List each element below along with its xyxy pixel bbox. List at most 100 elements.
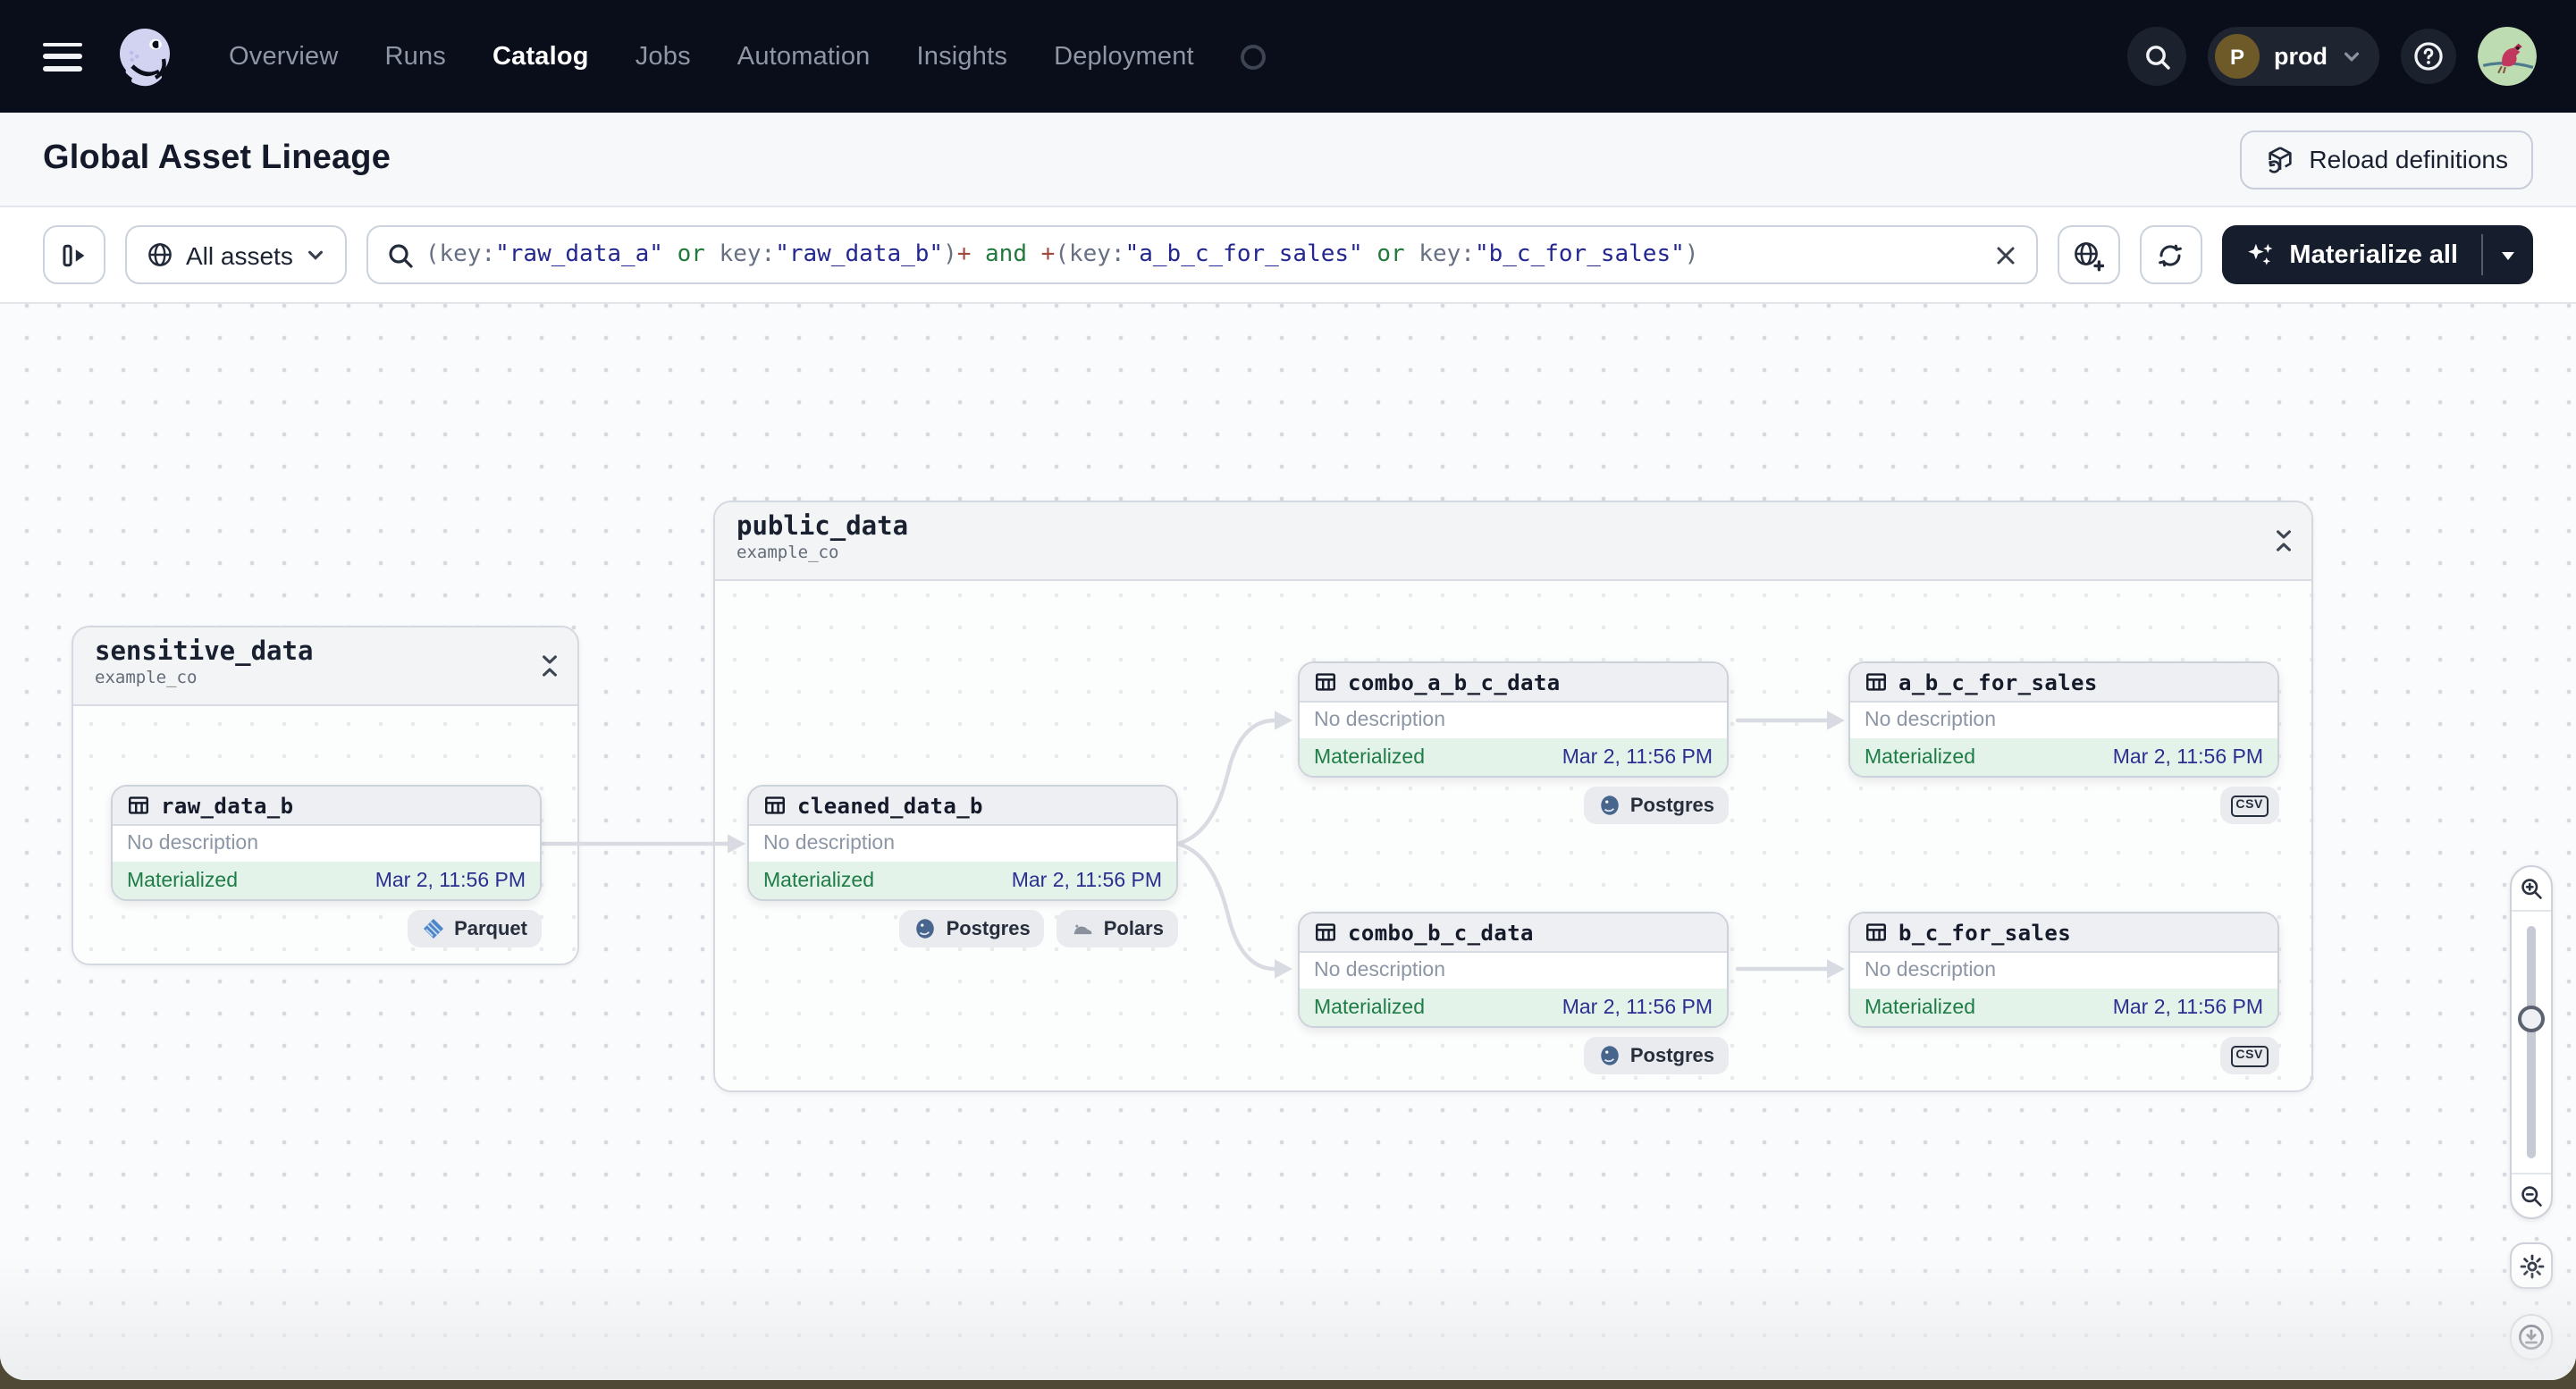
environment-switcher[interactable]: P prod [2208, 27, 2379, 86]
badge-row: CSV [1848, 787, 2279, 824]
zoom-slider-track[interactable] [2527, 926, 2536, 1158]
panel-toggle-icon [62, 243, 84, 266]
group-header[interactable]: public_data example_co [715, 502, 2311, 581]
lineage-toolbar: All assets (key:"raw_data_a" or key:"raw… [0, 207, 2576, 304]
download-icon [2518, 1324, 2545, 1351]
status-badge: Materialized [1314, 997, 1425, 1018]
search-button[interactable] [2127, 27, 2186, 86]
badge-row: CSV [1848, 1037, 2279, 1074]
asset-node-header: combo_b_c_data [1300, 913, 1727, 953]
asset-selection-input[interactable]: (key:"raw_data_a" or key:"raw_data_b")+ … [366, 225, 2038, 284]
asset-status-row: Materialized Mar 2, 11:56 PM [1850, 989, 2277, 1026]
asset-description: No description [1850, 953, 2277, 989]
asset-node-a-b-c-for-sales[interactable]: a_b_c_for_sales No description Materiali… [1848, 661, 2279, 778]
new-catalog-view-button[interactable] [2057, 225, 2120, 284]
materialization-timestamp: Mar 2, 11:56 PM [2112, 746, 2263, 768]
badge-row: Parquet [111, 910, 542, 947]
status-badge: Materialized [1865, 746, 1975, 768]
nav-item-automation[interactable]: Automation [737, 42, 871, 71]
asset-node-b-c-for-sales[interactable]: b_c_for_sales No description Materialize… [1848, 912, 2279, 1028]
nav-item-insights[interactable]: Insights [917, 42, 1008, 71]
asset-description: No description [1300, 953, 1727, 989]
parquet-icon [424, 918, 444, 939]
zoom-in-icon [2521, 879, 2542, 899]
download-image-button[interactable] [2510, 1314, 2553, 1360]
asset-description: No description [1850, 703, 2277, 738]
asset-node-cleaned-data-b[interactable]: cleaned_data_b No description Materializ… [747, 785, 1178, 901]
environment-avatar: P [2215, 34, 2260, 79]
badge-row: Postgres [1298, 787, 1729, 824]
group-location: example_co [737, 543, 839, 563]
asset-node-header: b_c_for_sales [1850, 913, 2277, 953]
lineage-canvas[interactable]: public_data example_co sensitive_data ex… [0, 304, 2576, 1380]
user-avatar[interactable] [2478, 27, 2537, 86]
loading-spinner-icon [1240, 44, 1266, 69]
chevron-down-icon [2344, 52, 2360, 63]
search-icon [389, 244, 413, 268]
page-header: Global Asset Lineage Reload definitions [0, 113, 2576, 207]
csv-icon: CSV [2230, 795, 2269, 816]
globe-icon [148, 243, 172, 266]
nav-item-deployment[interactable]: Deployment [1054, 42, 1194, 71]
nav-links: Overview Runs Catalog Jobs Automation In… [229, 42, 1266, 71]
asset-name: b_c_for_sales [1898, 920, 2072, 945]
table-icon [1866, 923, 1886, 941]
asset-status-row: Materialized Mar 2, 11:56 PM [749, 862, 1176, 899]
nav-item-runs[interactable]: Runs [384, 42, 446, 71]
nav-item-overview[interactable]: Overview [229, 42, 338, 71]
zoom-out-icon [2521, 1186, 2542, 1207]
reload-definitions-button[interactable]: Reload definitions [2239, 130, 2533, 189]
materialization-timestamp: Mar 2, 11:56 PM [1011, 870, 1162, 891]
help-button[interactable] [2401, 29, 2456, 84]
materialize-all-main[interactable]: Materialize all [2221, 225, 2481, 284]
graph-settings-button[interactable] [2510, 1242, 2553, 1289]
clear-query-icon[interactable] [1991, 241, 2019, 270]
polars-badge: Polars [1056, 910, 1178, 947]
asset-name: cleaned_data_b [797, 793, 983, 818]
asset-selection-query: (key:"raw_data_a" or key:"raw_data_b")+ … [425, 241, 1699, 268]
postgres-icon [1601, 1046, 1619, 1065]
open-asset-panel-button[interactable] [43, 225, 105, 284]
zoom-in-button[interactable] [2512, 867, 2551, 910]
asset-node-header: raw_data_b [113, 787, 540, 826]
asset-scope-dropdown[interactable]: All assets [125, 225, 347, 284]
nav-item-catalog[interactable]: Catalog [492, 42, 589, 71]
postgres-badge: Postgres [1583, 787, 1729, 824]
asset-node-combo-a-b-c-data[interactable]: combo_a_b_c_data No description Material… [1298, 661, 1729, 778]
collapse-group-icon[interactable] [540, 654, 560, 678]
asset-description: No description [1300, 703, 1727, 738]
postgres-icon [916, 919, 935, 939]
materialization-timestamp: Mar 2, 11:56 PM [375, 870, 526, 891]
zoom-out-button[interactable] [2512, 1174, 2551, 1217]
group-name: public_data [737, 513, 909, 542]
asset-node-raw-data-b[interactable]: raw_data_b No description Materialized M… [111, 785, 542, 901]
asset-description: No description [113, 826, 540, 862]
materialization-timestamp: Mar 2, 11:56 PM [1562, 997, 1713, 1018]
sparkles-icon [2247, 243, 2272, 265]
csv-badge: CSV [2219, 787, 2279, 824]
postgres-badge: Postgres [1583, 1037, 1729, 1074]
asset-status-row: Materialized Mar 2, 11:56 PM [1850, 738, 2277, 776]
status-badge: Materialized [1314, 746, 1425, 768]
asset-status-row: Materialized Mar 2, 11:56 PM [1300, 738, 1727, 776]
status-badge: Materialized [1865, 997, 1975, 1018]
asset-node-combo-b-c-data[interactable]: combo_b_c_data No description Materializ… [1298, 912, 1729, 1028]
reload-definitions-icon [2268, 146, 2292, 173]
nav-item-jobs[interactable]: Jobs [636, 42, 691, 71]
table-icon [1316, 923, 1335, 941]
collapse-group-icon[interactable] [2274, 529, 2294, 552]
materialize-options-caret[interactable] [2483, 225, 2533, 284]
zoom-slider-handle[interactable] [2518, 1006, 2545, 1032]
help-icon [2414, 42, 2443, 71]
refresh-graph-button[interactable] [2139, 225, 2202, 284]
chevron-down-icon [307, 250, 323, 260]
materialize-all-button[interactable]: Materialize all [2221, 225, 2533, 284]
dagster-logo-icon[interactable] [111, 21, 182, 92]
asset-status-row: Materialized Mar 2, 11:56 PM [113, 862, 540, 899]
app-root: Overview Runs Catalog Jobs Automation In… [0, 0, 2576, 1389]
menu-icon[interactable] [43, 42, 82, 71]
group-header[interactable]: sensitive_data example_co [73, 627, 577, 706]
asset-description: No description [749, 826, 1176, 862]
zoom-slider[interactable] [2512, 910, 2551, 1174]
asset-name: combo_a_b_c_data [1348, 669, 1561, 694]
